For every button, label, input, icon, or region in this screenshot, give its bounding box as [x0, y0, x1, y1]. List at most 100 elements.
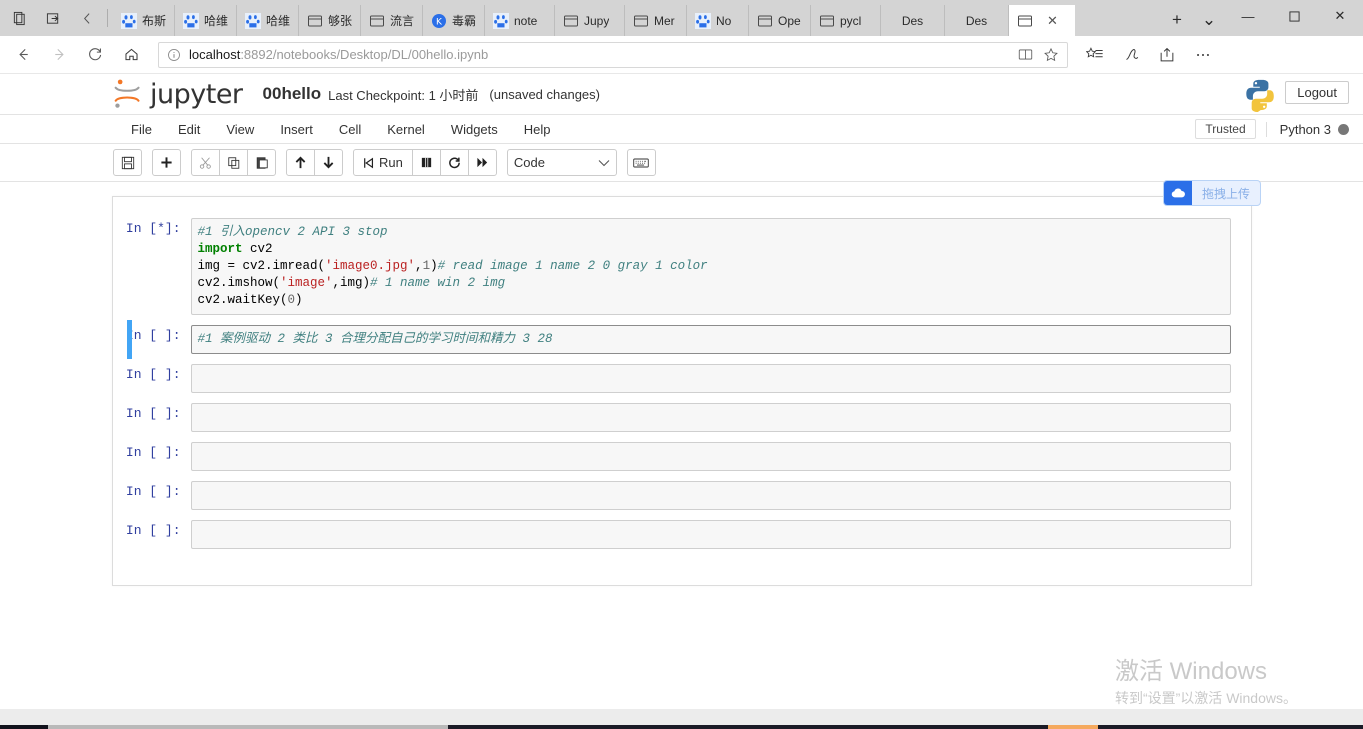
code-token-plain: ,img)	[332, 276, 371, 290]
browser-tab-label: 流言	[390, 14, 414, 28]
menu-item-cell[interactable]: Cell	[326, 118, 374, 141]
browser-tab[interactable]: 够张	[299, 5, 361, 36]
jupyter-logo[interactable]: jupyter	[112, 77, 243, 111]
tabstrip: 布斯 哈维 哈维 够张 流言 K 毒霸 note Jupy Mer No Ope pycl Des Des ✕	[113, 0, 1161, 36]
browser-tab[interactable]: 哈维	[175, 5, 237, 36]
cell-input-area[interactable]	[190, 442, 1231, 471]
set-aside-tabs-icon[interactable]	[36, 1, 70, 35]
code-line: #1 案例驱动 2 类比 3 合理分配自己的学习时间和精力 3 28	[198, 331, 1224, 348]
menubar-right: Trusted Python 3	[1195, 119, 1349, 139]
cell-prompt: In [ ]:	[125, 523, 181, 538]
cell-input-area[interactable]	[190, 481, 1231, 510]
browser-tab-label: Des	[965, 13, 988, 28]
close-tab-icon[interactable]: ✕	[1047, 14, 1058, 27]
web-notes-icon[interactable]	[1114, 40, 1148, 70]
netdisk-upload-overlay[interactable]: 拖拽上传	[1163, 180, 1262, 206]
notebook-cell[interactable]: In [ ]:	[113, 359, 1251, 398]
trusted-badge[interactable]: Trusted	[1195, 119, 1256, 139]
collections-icon[interactable]	[1078, 40, 1112, 70]
cell-input-area[interactable]	[190, 403, 1231, 432]
scissors-icon[interactable]	[191, 149, 220, 176]
browser-tab[interactable]: 哈维	[237, 5, 299, 36]
share-icon[interactable]	[1150, 40, 1184, 70]
browser-tab[interactable]: Ope	[749, 5, 811, 36]
stop-icon[interactable]	[411, 149, 441, 176]
jupyter-logo-icon	[114, 79, 140, 108]
address-bar[interactable]: localhost:8892/notebooks/Desktop/DL/00he…	[158, 41, 1068, 68]
browser-tab[interactable]: Des	[945, 5, 1009, 36]
tab-preview-icon[interactable]	[2, 1, 36, 35]
maximize-button[interactable]	[1271, 0, 1317, 32]
notebook-cell[interactable]: In [ ]:	[113, 476, 1251, 515]
url-path: :8892/notebooks/Desktop/DL/00hello.ipynb	[240, 47, 489, 62]
copy-icon[interactable]	[219, 149, 248, 176]
cell-type-dropdown[interactable]: Code	[506, 149, 617, 176]
browser-tab[interactable]: note	[485, 5, 555, 36]
address-bar-actions	[1018, 47, 1059, 63]
code-token-plain: )	[295, 293, 303, 307]
taskbar-segment-accent	[1048, 725, 1098, 729]
browser-tab[interactable]: No	[687, 5, 749, 36]
menu-item-help[interactable]: Help	[511, 118, 564, 141]
menu-item-file[interactable]: File	[118, 118, 165, 141]
cell-input-area[interactable]	[190, 364, 1231, 393]
notebook-name[interactable]: 00hello	[263, 84, 322, 104]
code-token-plain: img = cv2.imread(	[197, 259, 326, 273]
back-arrow-icon[interactable]	[6, 40, 40, 70]
forward-arrow-icon[interactable]	[42, 40, 76, 70]
browser-window: 布斯 哈维 哈维 够张 流言 K 毒霸 note Jupy Mer No Ope pycl Des Des ✕…	[0, 0, 1363, 729]
refresh-icon[interactable]	[78, 40, 112, 70]
menu-item-edit[interactable]: Edit	[165, 118, 213, 141]
add-favorite-icon[interactable]	[1043, 47, 1059, 63]
titlebar-divider	[107, 9, 108, 27]
menu-item-widgets[interactable]: Widgets	[438, 118, 511, 141]
notebook-toolbar: Run Code	[0, 144, 1363, 182]
restart-icon[interactable]	[439, 149, 469, 176]
home-icon[interactable]	[114, 40, 148, 70]
browser-tab[interactable]: Des	[881, 5, 945, 36]
notebook-cell[interactable]: In [*]: #1 引入opencv 2 API 3 stop import cv…	[113, 213, 1251, 320]
restore-tabs-icon[interactable]	[70, 1, 104, 35]
tab-list-button[interactable]: ⌄	[1193, 4, 1225, 36]
browser-tab-label: 哈维	[266, 14, 290, 28]
plus-icon[interactable]	[152, 149, 181, 176]
cell-input-area[interactable]: #1 案例驱动 2 类比 3 合理分配自己的学习时间和精力 3 28	[190, 325, 1231, 354]
more-options-icon[interactable]	[1186, 40, 1220, 70]
logout-button[interactable]: Logout	[1285, 81, 1349, 104]
paste-icon[interactable]	[247, 149, 276, 176]
run-button[interactable]: Run	[353, 149, 413, 176]
browser-tab[interactable]: ✕	[1009, 5, 1075, 36]
menu-item-view[interactable]: View	[213, 118, 267, 141]
menu-item-insert[interactable]: Insert	[267, 118, 326, 141]
browser-tab[interactable]: Jupy	[555, 5, 625, 36]
run-button-label: Run	[379, 155, 403, 170]
close-window-button[interactable]: ✕	[1317, 0, 1363, 32]
browser-tab[interactable]: Mer	[625, 5, 687, 36]
kernel-indicator[interactable]: Python 3	[1265, 121, 1349, 137]
arrow-up-icon[interactable]	[286, 149, 315, 176]
new-tab-button[interactable]: +	[1161, 4, 1193, 36]
notebook-cell[interactable]: In [ ]:	[113, 515, 1251, 554]
save-icon[interactable]	[113, 149, 142, 176]
save-state-label: (unsaved changes)	[489, 86, 600, 102]
minimize-button[interactable]: —	[1225, 0, 1271, 32]
cell-input-area[interactable]: #1 引入opencv 2 API 3 stop import cv2 img = …	[190, 218, 1231, 315]
browser-tab[interactable]: pycl	[811, 5, 881, 36]
reading-view-icon[interactable]	[1018, 47, 1033, 62]
browser-tab-label: note	[514, 13, 538, 28]
cell-input-area[interactable]	[190, 520, 1231, 549]
notebook-cell[interactable]: In [ ]:	[113, 398, 1251, 437]
arrow-down-icon[interactable]	[314, 149, 343, 176]
site-info-icon[interactable]	[167, 48, 181, 62]
code-line: cv2.imshow('image',img)# 1 name win 2 im…	[198, 275, 1224, 292]
notebook-cell[interactable]: In [ ]: #1 案例驱动 2 类比 3 合理分配自己的学习时间和精力 3 2…	[113, 320, 1251, 359]
browser-tab[interactable]: 布斯	[113, 5, 175, 36]
notebook-cell[interactable]: In [ ]:	[113, 437, 1251, 476]
menu-item-kernel[interactable]: Kernel	[374, 118, 438, 141]
browser-tab[interactable]: 流言	[361, 5, 423, 36]
keyboard-icon[interactable]	[626, 149, 656, 176]
fast-forward-icon[interactable]	[467, 149, 497, 176]
cell-prompt: In [ ]:	[125, 328, 181, 343]
windows-taskbar	[0, 709, 1363, 729]
browser-tab[interactable]: K 毒霸	[423, 5, 485, 36]
